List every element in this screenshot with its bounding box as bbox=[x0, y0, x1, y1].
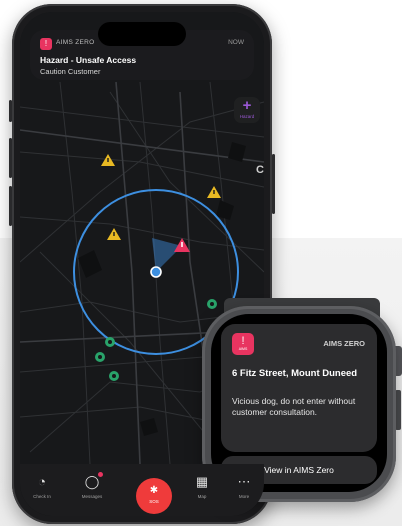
more-icon: ⋯ bbox=[237, 474, 251, 489]
watch-notification-title: 6 Fitz Street, Mount Duneed bbox=[232, 368, 358, 379]
more-button[interactable]: ⋯ More bbox=[226, 474, 262, 499]
safe-site-icon bbox=[109, 371, 119, 381]
app-icon: ! bbox=[40, 38, 52, 50]
unread-badge bbox=[98, 472, 103, 477]
add-hazard-label: Hazard bbox=[239, 114, 255, 119]
phone-power-button bbox=[272, 154, 275, 214]
plus-icon: + bbox=[242, 97, 252, 114]
watch-notification-card[interactable]: ! AIMS AIMS ZERO 6 Fitz Street, Mount Du… bbox=[221, 324, 377, 452]
messages-button[interactable]: ◯ Messages bbox=[74, 472, 110, 499]
notification-time: NOW bbox=[228, 39, 244, 46]
app-icon-text: AIMS bbox=[238, 347, 248, 351]
aims-app-icon: ! AIMS bbox=[232, 333, 254, 355]
more-label: More bbox=[238, 494, 250, 499]
check-in-label: Check In bbox=[33, 494, 51, 499]
warning-glyph-icon: ! bbox=[241, 335, 245, 347]
user-location-dot bbox=[150, 266, 162, 278]
notification-title: Hazard - Unsafe Access bbox=[40, 55, 137, 65]
phone-volume-down bbox=[9, 186, 12, 226]
sos-label: SOS bbox=[149, 499, 159, 504]
sos-button[interactable]: ✱ SOS bbox=[136, 478, 172, 514]
sos-icon: ✱ bbox=[149, 485, 159, 496]
map-label: Map bbox=[197, 494, 207, 499]
map-icon: ▦ bbox=[195, 474, 209, 489]
messages-label: Messages bbox=[81, 494, 103, 499]
watch-app-name: AIMS ZERO bbox=[323, 339, 365, 348]
notification-body: Caution Customer bbox=[40, 67, 101, 76]
check-in-icon: ◔ bbox=[38, 474, 46, 489]
notification-app-name: AIMS ZERO bbox=[56, 39, 95, 46]
dynamic-island bbox=[98, 22, 186, 46]
map-button[interactable]: ▦ Map bbox=[184, 474, 220, 499]
phone-mute-switch bbox=[9, 100, 12, 122]
add-hazard-button[interactable]: + Hazard bbox=[234, 97, 260, 123]
safe-site-icon bbox=[95, 352, 105, 362]
chat-bubble-icon: ◯ bbox=[84, 472, 103, 490]
map-edge-label: C bbox=[256, 164, 264, 176]
safe-site-icon bbox=[207, 299, 217, 309]
watch-notification-body: Vicious dog, do not enter without custom… bbox=[232, 396, 356, 417]
phone-volume-up bbox=[9, 138, 12, 178]
safe-site-icon bbox=[105, 337, 115, 347]
check-in-button[interactable]: ◔ Check In bbox=[24, 474, 60, 499]
